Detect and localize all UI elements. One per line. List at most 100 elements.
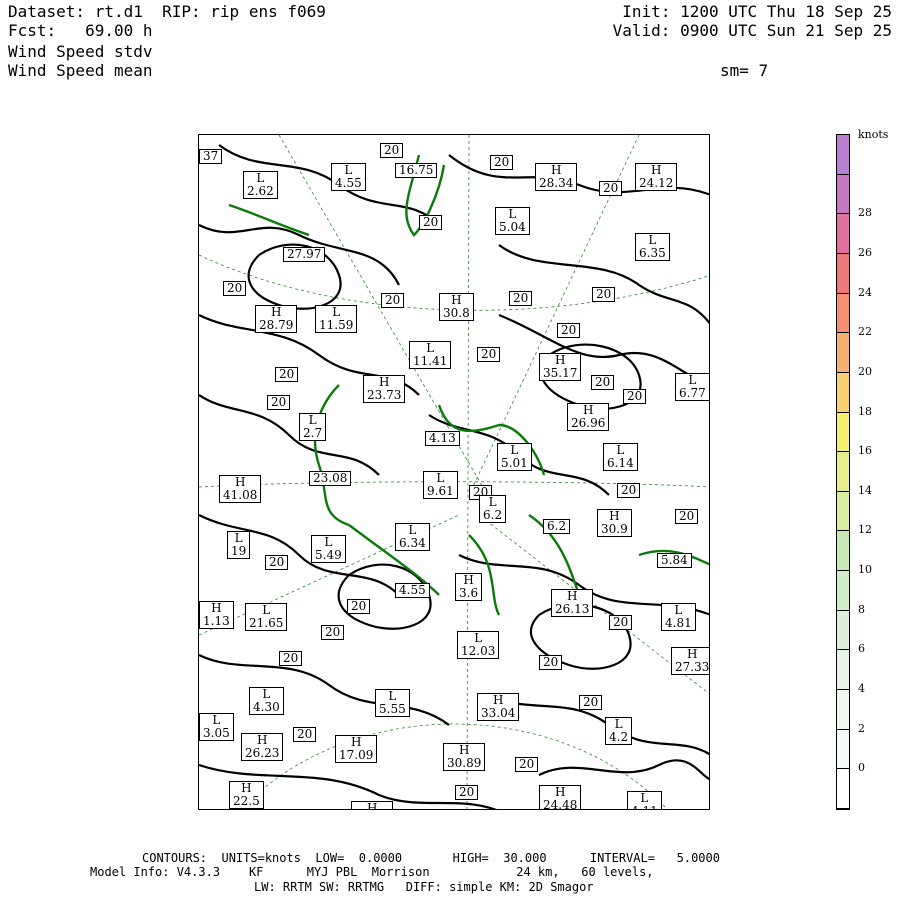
low-marker: L 12.03 — [457, 631, 500, 659]
colorbar-tick-label: 18 — [858, 404, 872, 418]
high-marker: H 26.13 — [551, 589, 594, 617]
colorbar-swatch — [837, 690, 849, 730]
footer-physics: LW: RRTM SW: RRTMG DIFF: simple KM: 2D S… — [254, 880, 594, 894]
colorbar-swatch — [837, 333, 849, 373]
high-marker: H 24.48 — [539, 785, 582, 809]
contour-value-label: 20 — [455, 785, 479, 800]
contour-value-label: 20 — [279, 651, 303, 666]
colorbar-tick-label: 22 — [858, 325, 872, 339]
high-marker: H 26.96 — [567, 403, 610, 431]
contour-value-label: 4.13 — [425, 431, 460, 446]
colorbar — [836, 134, 850, 810]
colorbar-tick-label: 24 — [858, 285, 872, 299]
colorbar-swatch — [837, 729, 849, 770]
low-marker: L 11.41 — [409, 341, 452, 369]
contour-value-label: 20 — [321, 625, 345, 640]
contour-value-label: 20 — [380, 143, 404, 158]
contour-value-label: 20 — [267, 395, 291, 410]
colorbar-tick-label: 20 — [858, 364, 872, 378]
contour-value-label: 20 — [617, 483, 641, 498]
low-marker: L 2.7 — [299, 413, 327, 441]
low-marker: L 11.59 — [315, 305, 358, 333]
field-stdv: Wind Speed stdv — [8, 42, 153, 61]
colorbar-tick-label: 28 — [858, 206, 872, 220]
contour-value-label: 20 — [591, 375, 615, 390]
low-marker: L 6.34 — [395, 523, 430, 551]
contour-value-label: 20 — [223, 281, 247, 296]
low-marker: L 4.30 — [249, 687, 284, 715]
contour-value-label: 20 — [599, 181, 623, 196]
colorbar-swatch — [837, 135, 849, 175]
low-marker: L 5.01 — [497, 443, 532, 471]
low-marker: L 3.05 — [199, 713, 234, 741]
low-marker: L 2.62 — [243, 171, 278, 199]
colorbar-swatch — [837, 650, 849, 691]
map-panel: 37 L 2.62 L 4.55 20 16.75 20 H 28.34 20 H 24.12 2… — [198, 134, 710, 810]
contour-value-label: 5.84 — [657, 553, 692, 568]
colorbar-tick-label: 6 — [858, 642, 865, 656]
init-time: Init: 1200 UTC Thu 18 Sep 25 — [622, 2, 892, 21]
high-marker: H 17.09 — [335, 735, 378, 763]
contour-value-label: 20 — [557, 323, 581, 338]
contour-value-label: 16.75 — [395, 163, 438, 178]
smoothing: sm= 7 — [720, 61, 769, 80]
contour-value-label: 20 — [293, 727, 317, 742]
colorbar-swatch — [837, 452, 849, 492]
valid-time: Valid: 0900 UTC Sun 21 Sep 25 — [612, 21, 892, 40]
high-marker: H 16.35 — [351, 801, 394, 809]
contour-value-label: 23.08 — [309, 471, 352, 486]
low-marker: L 6.14 — [603, 443, 638, 471]
colorbar-tick-label: 4 — [858, 682, 865, 696]
colorbar-swatch — [837, 491, 849, 532]
colorbar-tick-label: 16 — [858, 444, 872, 458]
low-marker: L 19 — [227, 531, 251, 559]
low-marker: L 5.04 — [495, 207, 530, 235]
low-marker: L 4.55 — [331, 163, 366, 191]
contour-value-label: 6.2 — [543, 519, 571, 534]
footer-contours: CONTOURS: UNITS=knots LOW= 0.0000 HIGH= … — [142, 851, 720, 865]
high-marker: H 24.12 — [635, 163, 678, 191]
contour-value-label: 20 — [509, 291, 533, 306]
contour-value-label: 20 — [490, 155, 514, 170]
footer-model-info: Model Info: V4.3.3 KF MYJ PBL Morrison 2… — [90, 865, 654, 879]
low-marker: L 21.65 — [245, 603, 288, 631]
high-marker: H 33.04 — [477, 693, 520, 721]
colorbar-swatch — [837, 174, 849, 215]
contour-value-label: 20 — [347, 599, 371, 614]
dataset-line: Dataset: rt.d1 RIP: rip ens f069 — [8, 2, 326, 21]
contour-value-label: 20 — [381, 293, 405, 308]
colorbar-unit: knots — [858, 128, 889, 141]
high-marker: H 23.73 — [363, 375, 406, 403]
high-marker: H 1.13 — [199, 601, 234, 629]
contour-value-label: 20 — [592, 287, 616, 302]
low-marker: L 9.61 — [423, 471, 458, 499]
low-marker: L 5.49 — [311, 535, 346, 563]
high-marker: H 27.33 — [671, 647, 709, 675]
high-marker: H 30.8 — [439, 293, 474, 321]
high-marker: H 22.5 — [229, 781, 264, 809]
contour-value-label: 20 — [579, 695, 603, 710]
colorbar-tick-label: 8 — [858, 602, 865, 616]
colorbar-swatch — [837, 610, 849, 651]
high-marker: H 28.34 — [535, 163, 578, 191]
forecast-hour: Fcst: 69.00 h — [8, 21, 153, 40]
high-marker: H 30.89 — [443, 743, 486, 771]
colorbar-swatch — [837, 769, 849, 809]
colorbar-tick-label: 12 — [858, 523, 872, 537]
colorbar-tick-label: 26 — [858, 245, 872, 259]
high-marker: H 35.17 — [539, 353, 582, 381]
colorbar-tick-label: 0 — [858, 761, 865, 775]
high-marker: H 3.6 — [455, 573, 483, 601]
colorbar-swatch — [837, 214, 849, 254]
contour-value-label: 20 — [275, 367, 299, 382]
colorbar-swatch — [837, 531, 849, 572]
colorbar-tick-label: 14 — [858, 483, 872, 497]
low-marker: L 4.2 — [605, 717, 633, 745]
contour-value-label: 20 — [609, 615, 633, 630]
contour-value-label: 20 — [515, 757, 539, 772]
contour-value-label: 20 — [419, 215, 443, 230]
contour-value-label: 20 — [675, 509, 699, 524]
contour-value-label: 37 — [199, 149, 223, 164]
low-marker: L 5.55 — [375, 689, 410, 717]
high-marker: H 41.08 — [219, 475, 262, 503]
